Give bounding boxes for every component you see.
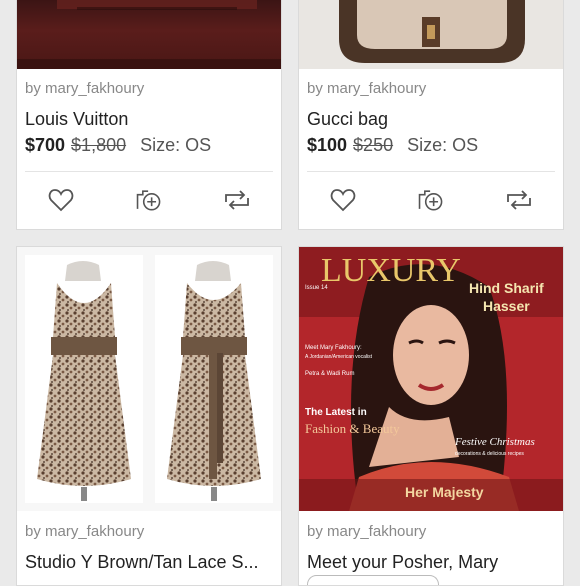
- headline-name: Hind Sharif: [469, 280, 544, 296]
- add-to-bundle-icon[interactable]: [416, 185, 446, 215]
- listing-title[interactable]: Meet your Posher, Mary: [307, 552, 555, 573]
- price: $700: [25, 135, 66, 155]
- masthead-text: LUXURY: [321, 252, 461, 289]
- share-icon[interactable]: [504, 185, 534, 215]
- listing-photo[interactable]: [299, 0, 563, 69]
- listing-title[interactable]: Studio Y Brown/Tan Lace S...: [25, 552, 273, 573]
- listing-photo[interactable]: [17, 247, 281, 511]
- divider: [307, 171, 555, 172]
- listing-title[interactable]: Louis Vuitton: [25, 109, 273, 130]
- sidebar-text: A Jordanian/American vocalist: [305, 354, 373, 360]
- handbag-image: [17, 0, 281, 69]
- listing-card[interactable]: by mary_fakhoury Studio Y Brown/Tan Lace…: [16, 246, 282, 586]
- heart-icon[interactable]: [46, 185, 76, 215]
- festive-title: Festive Christmas: [454, 436, 535, 448]
- size-label: Size: OS: [407, 135, 479, 155]
- action-chip[interactable]: [307, 575, 439, 585]
- listing-card[interactable]: LUXURY Issue 14 Hind Sharif Hasser Meet …: [298, 246, 564, 586]
- action-bar: [17, 178, 281, 222]
- dress-image: [25, 255, 273, 503]
- sidebar-text: Fashion & Beauty: [305, 421, 400, 436]
- sidebar-text: Petra & Wadi Rum: [305, 371, 354, 377]
- size-label: Size: OS: [140, 135, 212, 155]
- listing-card[interactable]: by mary_fakhoury Gucci bag $100 $250 Size:…: [298, 0, 564, 230]
- sidebar-text: The Latest in: [305, 407, 367, 418]
- festive-sub: decorations & delicious recipes: [455, 451, 524, 457]
- listing-card[interactable]: by mary_fakhoury Louis Vuitton $700 $1,80…: [16, 0, 282, 230]
- listing-title[interactable]: Gucci bag: [307, 109, 555, 130]
- add-to-bundle-icon[interactable]: [134, 185, 164, 215]
- action-bar: [299, 178, 563, 222]
- headline-surname: Hasser: [483, 298, 530, 314]
- issue-text: Issue 14: [305, 285, 328, 291]
- price: $100: [307, 135, 348, 155]
- price-row: $700 $1,800 Size: OS: [25, 135, 211, 156]
- footer-text: Her Majesty: [405, 484, 484, 500]
- divider: [25, 171, 273, 172]
- heart-icon[interactable]: [328, 185, 358, 215]
- listing-photo[interactable]: [17, 0, 281, 69]
- handbag-image: [339, 0, 525, 63]
- seller-name[interactable]: by mary_fakhoury: [307, 80, 426, 97]
- price-row: $100 $250 Size: OS: [307, 135, 478, 156]
- original-price: $250: [353, 135, 394, 155]
- seller-name[interactable]: by mary_fakhoury: [25, 80, 144, 97]
- magazine-cover-image: LUXURY Issue 14 Hind Sharif Hasser Meet …: [299, 247, 563, 511]
- seller-name[interactable]: by mary_fakhoury: [25, 523, 144, 540]
- original-price: $1,800: [71, 135, 127, 155]
- sidebar-text: Meet Mary Fakhoury:: [305, 345, 362, 351]
- seller-name[interactable]: by mary_fakhoury: [307, 523, 426, 540]
- share-icon[interactable]: [222, 185, 252, 215]
- listing-photo[interactable]: LUXURY Issue 14 Hind Sharif Hasser Meet …: [299, 247, 563, 511]
